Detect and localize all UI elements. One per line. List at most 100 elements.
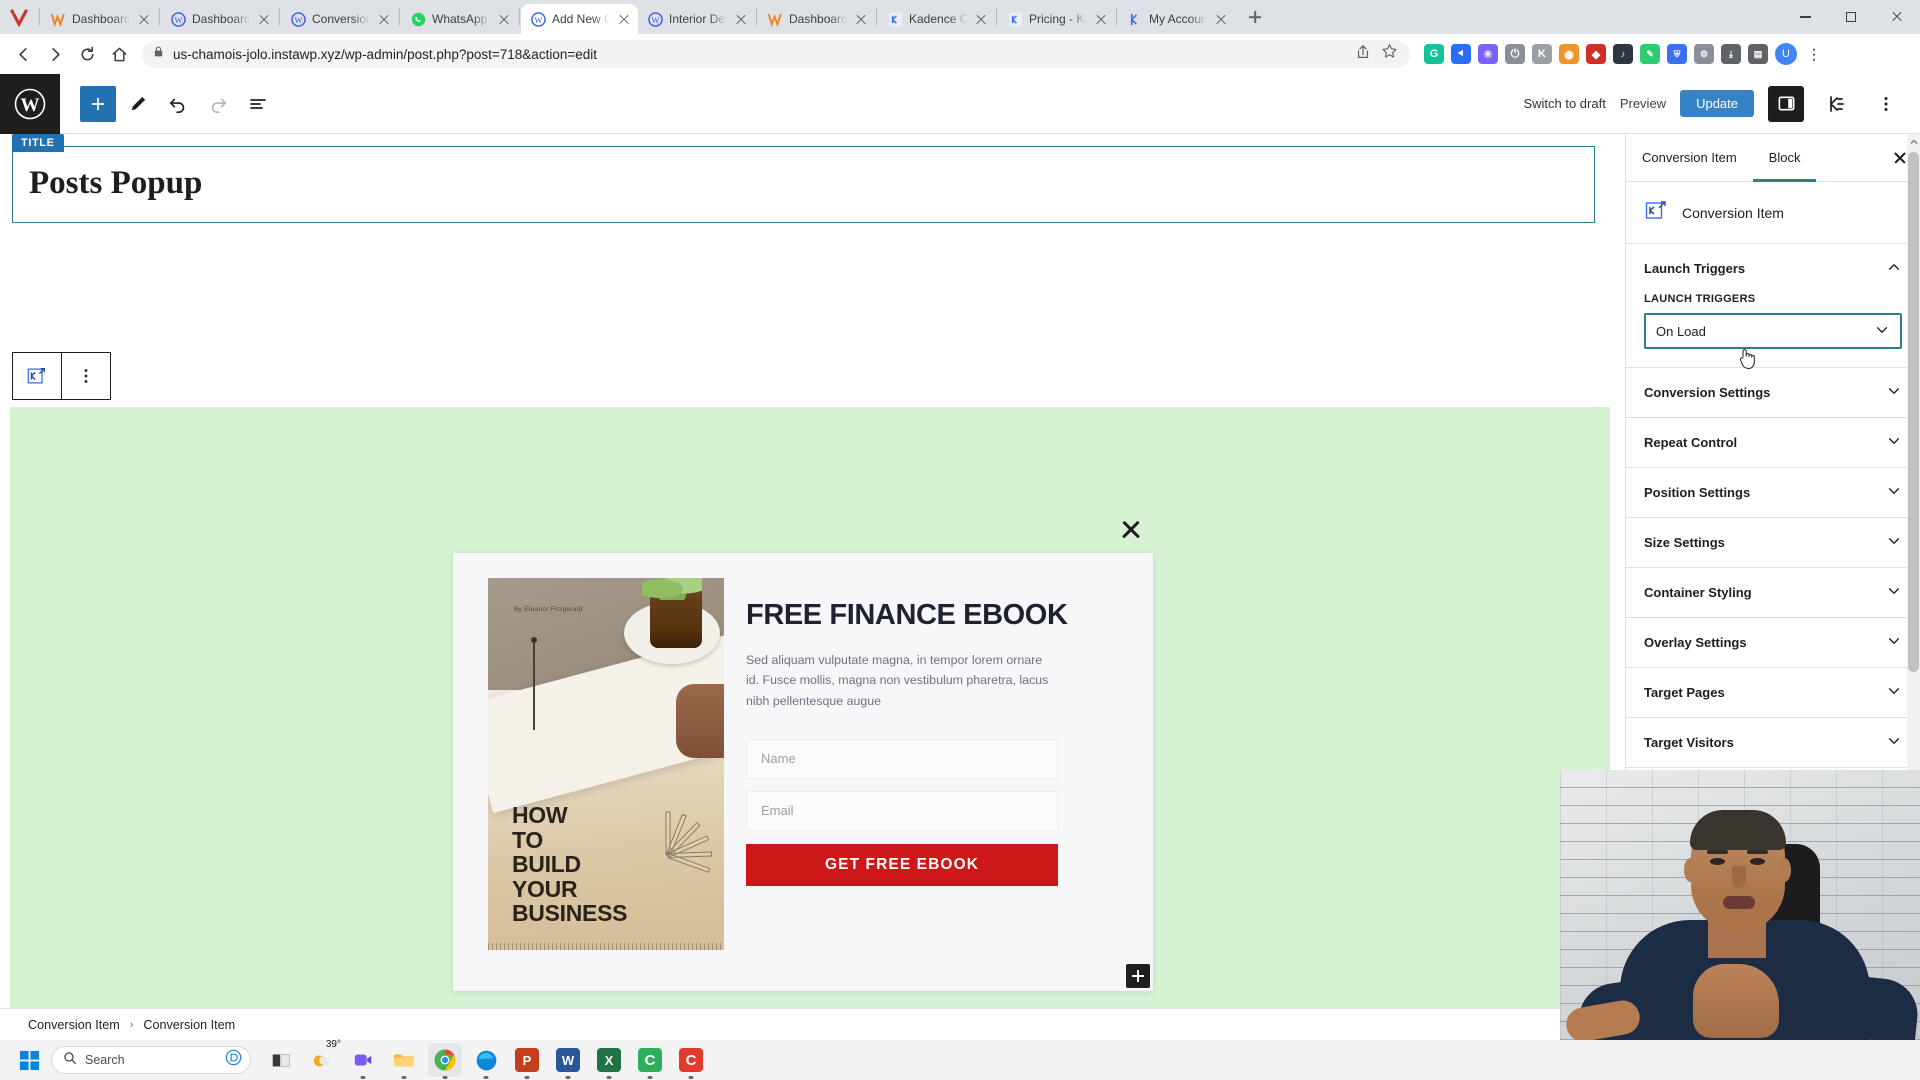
- tab-title: Dashboard ‹ Inter: [192, 12, 250, 26]
- panel-conversion-settings-header[interactable]: Conversion Settings: [1626, 368, 1920, 417]
- translate-icon[interactable]: ⯇: [1451, 44, 1471, 64]
- windows-start-icon[interactable]: [14, 1045, 44, 1075]
- popup-close-icon[interactable]: [1118, 517, 1144, 543]
- window-maximize-button[interactable]: [1828, 0, 1874, 34]
- get-free-ebook-button[interactable]: GET FREE EBOOK: [746, 843, 1058, 886]
- word-icon[interactable]: W: [551, 1043, 585, 1079]
- wordpress-logo[interactable]: W: [0, 73, 60, 134]
- browser-tab-3[interactable]: WhatsApp: [401, 4, 518, 34]
- browser-tab-0[interactable]: Dashboard - Insta: [41, 4, 158, 34]
- camtasia-recorder-icon[interactable]: C: [674, 1043, 708, 1079]
- breadcrumb-item-1[interactable]: Conversion Item: [143, 1018, 235, 1032]
- tab-close-icon[interactable]: [376, 11, 392, 27]
- tab-close-icon[interactable]: [256, 11, 272, 27]
- forward-icon[interactable]: [40, 39, 70, 69]
- browser-tab-1[interactable]: W Dashboard ‹ Inter: [161, 4, 278, 34]
- taskbar-search-box[interactable]: Search: [51, 1046, 251, 1074]
- preview-button[interactable]: Preview: [1620, 96, 1666, 111]
- back-icon[interactable]: [8, 39, 38, 69]
- breadcrumb-item-0[interactable]: Conversion Item: [28, 1018, 120, 1032]
- download-icon[interactable]: ⤓: [1721, 44, 1741, 64]
- tab-close-icon[interactable]: [616, 11, 632, 27]
- redo-button[interactable]: [200, 86, 236, 122]
- puzzle-icon[interactable]: ⚙: [1694, 44, 1714, 64]
- panel-overlay-settings-header[interactable]: Overlay Settings: [1626, 618, 1920, 667]
- settings-panel-toggle[interactable]: [1768, 85, 1804, 122]
- list-view-button[interactable]: [240, 86, 276, 122]
- edge-icon[interactable]: [469, 1043, 503, 1079]
- tab-close-icon[interactable]: [733, 11, 749, 27]
- inline-add-block-button[interactable]: [1126, 964, 1150, 988]
- panel-position-settings-header[interactable]: Position Settings: [1626, 468, 1920, 517]
- tab-close-icon[interactable]: [1213, 11, 1229, 27]
- name-input[interactable]: Name: [746, 738, 1058, 779]
- new-tab-button[interactable]: [1241, 3, 1269, 31]
- meet-icon[interactable]: [346, 1043, 380, 1079]
- window-minimize-button[interactable]: [1782, 0, 1828, 34]
- excel-icon[interactable]: X: [592, 1043, 626, 1079]
- browser-tab-5[interactable]: W Interior Design Pr: [638, 4, 755, 34]
- scrollbar-thumb[interactable]: [1908, 152, 1919, 672]
- home-icon[interactable]: [104, 39, 134, 69]
- update-button[interactable]: Update: [1680, 90, 1754, 117]
- add-block-button[interactable]: [80, 85, 116, 122]
- sidepanel-icon[interactable]: ▤: [1748, 44, 1768, 64]
- tab-block[interactable]: Block: [1753, 134, 1817, 182]
- tab-conversion-item[interactable]: Conversion Item: [1626, 134, 1753, 182]
- svg-text:W: W: [534, 14, 542, 24]
- more-options-button[interactable]: [1868, 86, 1904, 122]
- browser-tab-7[interactable]: Kadence Conversi: [878, 4, 995, 34]
- browser-tab-6[interactable]: Dashboard - Insta: [758, 4, 875, 34]
- panel-container-styling-header[interactable]: Container Styling: [1626, 568, 1920, 617]
- file-explorer-icon[interactable]: [387, 1043, 421, 1079]
- edit-tool-button[interactable]: [120, 86, 156, 122]
- tab-close-icon[interactable]: [1093, 11, 1109, 27]
- block-options-button[interactable]: [62, 353, 110, 399]
- post-title-input[interactable]: Posts Popup: [12, 146, 1595, 223]
- weather-icon[interactable]: 39°: [305, 1039, 341, 1077]
- reload-icon[interactable]: [72, 39, 102, 69]
- note-icon[interactable]: ✎: [1640, 44, 1660, 64]
- power-icon[interactable]: ⏻: [1505, 44, 1525, 64]
- camtasia-icon[interactable]: C: [633, 1043, 667, 1079]
- lastpass-icon[interactable]: ◆: [1586, 44, 1606, 64]
- taskview-icon[interactable]: [264, 1043, 298, 1077]
- panel-target-visitors-header[interactable]: Target Visitors: [1626, 718, 1920, 767]
- tab-close-icon[interactable]: [496, 11, 512, 27]
- music-icon[interactable]: ♪: [1613, 44, 1633, 64]
- ebook-cover-title: HOW TO BUILD YOUR BUSINESS: [512, 801, 628, 927]
- undo-button[interactable]: [160, 86, 196, 122]
- browser-tab-8[interactable]: Pricing - Kadence: [998, 4, 1115, 34]
- address-bar[interactable]: us-chamois-jolo.instawp.xyz/wp-admin/pos…: [142, 40, 1410, 68]
- powerpoint-icon[interactable]: P: [510, 1043, 544, 1079]
- scroll-up-arrow-icon[interactable]: [1908, 135, 1919, 149]
- tab-close-icon[interactable]: [853, 11, 869, 27]
- switch-to-draft-button[interactable]: Switch to draft: [1523, 96, 1605, 111]
- browser-menu-icon[interactable]: ⋮: [1804, 44, 1824, 64]
- window-close-button[interactable]: [1874, 0, 1920, 34]
- browser-tab-4-active[interactable]: W Add New Convers: [521, 4, 638, 34]
- wp-rocket-icon[interactable]: ✳: [1478, 44, 1498, 64]
- chrome-icon[interactable]: [428, 1043, 462, 1079]
- kadence-circle-icon[interactable]: K: [1532, 44, 1552, 64]
- bot-icon[interactable]: ◉: [1559, 44, 1579, 64]
- share-icon[interactable]: [1355, 44, 1371, 65]
- panel-target-pages-header[interactable]: Target Pages: [1626, 668, 1920, 717]
- launch-triggers-select[interactable]: On Load: [1644, 313, 1902, 349]
- bookmark-star-icon[interactable]: [1381, 43, 1398, 65]
- tab-close-icon[interactable]: [973, 11, 989, 27]
- copilot-icon[interactable]: [225, 1049, 242, 1071]
- kadence-conversion-icon[interactable]: [13, 353, 61, 399]
- browser-tab-2[interactable]: W Conversion Items: [281, 4, 398, 34]
- panel-size-settings-header[interactable]: Size Settings: [1626, 518, 1920, 567]
- grammarly-icon[interactable]: G: [1424, 44, 1444, 64]
- kadence-icon[interactable]: [1818, 86, 1854, 122]
- tab-close-icon[interactable]: [136, 11, 152, 27]
- panel-launch-triggers-header[interactable]: Launch Triggers: [1626, 244, 1920, 293]
- browser-toolbar: us-chamois-jolo.instawp.xyz/wp-admin/pos…: [0, 34, 1920, 74]
- email-input[interactable]: Email: [746, 790, 1058, 831]
- profile-avatar[interactable]: U: [1775, 43, 1797, 65]
- panel-repeat-control-header[interactable]: Repeat Control: [1626, 418, 1920, 467]
- shield-icon[interactable]: ⛨: [1667, 44, 1687, 64]
- browser-tab-9[interactable]: My Account - Kad: [1118, 4, 1235, 34]
